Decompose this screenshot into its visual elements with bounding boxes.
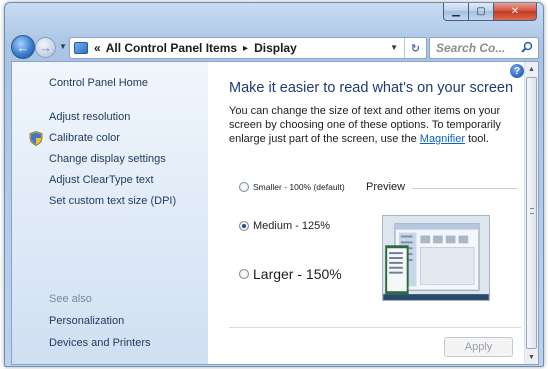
personalization-link[interactable]: Personalization [49, 315, 124, 327]
option-smaller-label[interactable]: Smaller - 100% (default) [253, 182, 345, 192]
adjust-resolution-link[interactable]: Adjust resolution [49, 111, 130, 123]
breadcrumb-separator-icon[interactable]: ▸ [243, 43, 248, 54]
devices-and-printers-link[interactable]: Devices and Printers [49, 337, 151, 349]
footer-divider [229, 327, 521, 328]
radio-smaller[interactable] [239, 182, 249, 192]
address-bar[interactable]: « All Control Panel Items ▸ Display ▼ ↻ [69, 37, 427, 59]
content-area: Control Panel Home Adjust resolution Cal… [11, 61, 539, 365]
title-bar: ▁ ▢ ✕ [5, 3, 543, 33]
shield-icon [29, 131, 43, 146]
scroll-thumb[interactable] [526, 77, 537, 349]
option-medium[interactable]: Medium - 125% [239, 220, 330, 232]
help-icon[interactable]: ? [510, 64, 524, 78]
magnifier-link[interactable]: Magnifier [420, 133, 465, 145]
control-panel-window: ▁ ▢ ✕ ← → ▼ « All Control Panel Items ▸ … [4, 2, 544, 367]
close-icon: ✕ [510, 6, 520, 17]
maximize-icon: ▢ [476, 6, 486, 17]
minimize-button[interactable]: ▁ [443, 3, 469, 21]
calibrate-color-link[interactable]: Calibrate color [49, 132, 120, 144]
minimize-icon: ▁ [452, 6, 460, 17]
address-dropdown-icon[interactable]: ▼ [390, 43, 398, 52]
preview-image [382, 215, 490, 301]
control-panel-icon [74, 42, 88, 54]
caption-buttons: ▁ ▢ ✕ [443, 3, 537, 21]
page-title: Make it easier to read what's on your sc… [229, 80, 514, 96]
back-arrow-icon: ← [16, 39, 30, 55]
scroll-grip-icon [530, 208, 534, 214]
breadcrumb-display[interactable]: Display [254, 41, 297, 55]
refresh-icon: ↻ [410, 42, 421, 55]
maximize-button[interactable]: ▢ [469, 3, 494, 21]
back-button[interactable]: ← [11, 35, 35, 59]
navigation-bar: ← → ▼ « All Control Panel Items ▸ Displa… [5, 33, 543, 61]
custom-text-size-link[interactable]: Set custom text size (DPI) [49, 195, 176, 207]
radio-medium[interactable] [239, 221, 249, 231]
radio-larger[interactable] [239, 269, 249, 279]
apply-button[interactable]: Apply [444, 337, 513, 357]
task-pane: Control Panel Home Adjust resolution Cal… [12, 62, 208, 364]
description-end: tool. [465, 133, 489, 145]
option-larger[interactable]: Larger - 150% [239, 266, 342, 282]
scroll-down-icon[interactable]: ▼ [525, 350, 538, 364]
recent-pages-dropdown[interactable]: ▼ [59, 42, 67, 51]
preview-divider [412, 188, 518, 189]
scroll-up-icon[interactable]: ▲ [525, 62, 538, 76]
main-panel: ? Make it easier to read what's on your … [208, 62, 526, 364]
option-larger-label[interactable]: Larger - 150% [253, 266, 342, 282]
refresh-button[interactable]: ↻ [404, 38, 426, 58]
adjust-cleartype-link[interactable]: Adjust ClearType text [49, 174, 154, 186]
option-smaller[interactable]: Smaller - 100% (default) [239, 182, 345, 192]
breadcrumb-all-items[interactable]: All Control Panel Items [106, 41, 237, 55]
change-display-settings-link[interactable]: Change display settings [49, 153, 166, 165]
page-description: You can change the size of text and othe… [229, 104, 519, 146]
forward-arrow-icon: → [39, 40, 52, 55]
search-icon[interactable] [521, 41, 533, 53]
forward-button[interactable]: → [35, 37, 56, 58]
search-input[interactable] [436, 41, 512, 55]
close-button[interactable]: ✕ [494, 3, 537, 21]
preview-label: Preview [366, 181, 406, 193]
option-medium-label[interactable]: Medium - 125% [253, 220, 330, 232]
search-box[interactable] [429, 37, 539, 59]
control-panel-home-link[interactable]: Control Panel Home [49, 77, 148, 89]
vertical-scrollbar[interactable]: ▲ ▼ [524, 62, 538, 364]
breadcrumb-overflow[interactable]: « [94, 41, 101, 55]
see-also-heading: See also [49, 293, 92, 305]
